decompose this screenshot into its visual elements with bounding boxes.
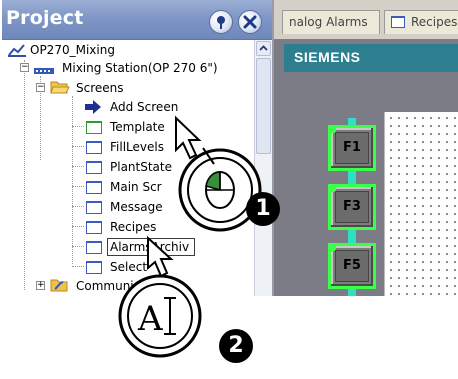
mouse-pointer-icon <box>147 235 174 278</box>
text-cursor-icon: A <box>137 299 163 339</box>
callout-overlay: A <box>118 115 262 358</box>
mouse-pointer-icon <box>175 115 202 160</box>
text-cursor-callout: A <box>118 235 202 358</box>
step-number-badge: 1 <box>246 192 280 226</box>
step-number-badge: 2 <box>219 329 253 363</box>
